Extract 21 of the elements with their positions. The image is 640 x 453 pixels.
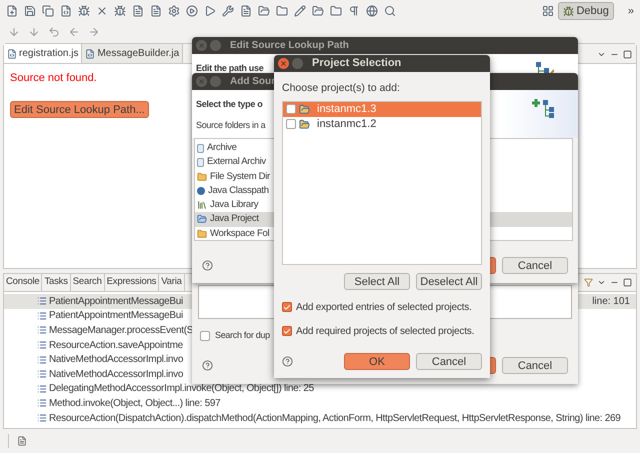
checkbox-label: Search for dup <box>215 329 270 342</box>
dialog-description: Source folders in a <box>196 118 266 132</box>
stack-frame-text: PatientAppointmentMessageBui <box>49 309 183 324</box>
dialog-heading: Edit the path use <box>196 62 264 75</box>
dialog-heading: Select the type o <box>196 98 264 111</box>
checkbox-label: Add exported entries of selected projects. <box>296 300 472 315</box>
stack-frame-text: NativeMethodAccessorImpl.invo <box>49 353 184 368</box>
line-number: line: 101 <box>592 294 630 309</box>
stack-frame-text: DelegatingMethodAccessorImpl.invoke(Object, Object[]) line: 25 <box>49 382 314 396</box>
dialog-title: Add Sour <box>230 75 275 89</box>
dialog-title: Edit Source Lookup Path <box>230 39 349 53</box>
stack-frame-text: ResourceAction(DispatchAction).dispatchMethod(ActionMapping, ActionForm, HttpServletRequest, HttpServletResponse, String) line: 269 <box>49 412 621 426</box>
stack-frame-text: Method.invoke(Object, Object...) line: 597 <box>49 396 220 411</box>
stack-frame-text: MessageManager.processEvent(S <box>49 324 194 338</box>
stack-frame-text: PatientAppointmentMessageBui <box>49 294 183 309</box>
stack-frame-text: ResourceAction.saveAppointme <box>49 338 183 353</box>
dialog-prompt: Choose project(s) to add: <box>282 81 401 96</box>
dialog-title: Project Selection <box>312 56 402 72</box>
stack-frame-text: NativeMethodAccessorImpl.invo <box>49 368 184 382</box>
checkbox-label: Add required projects of selected projects. <box>296 324 474 339</box>
error-message: Source not found. <box>10 71 97 86</box>
